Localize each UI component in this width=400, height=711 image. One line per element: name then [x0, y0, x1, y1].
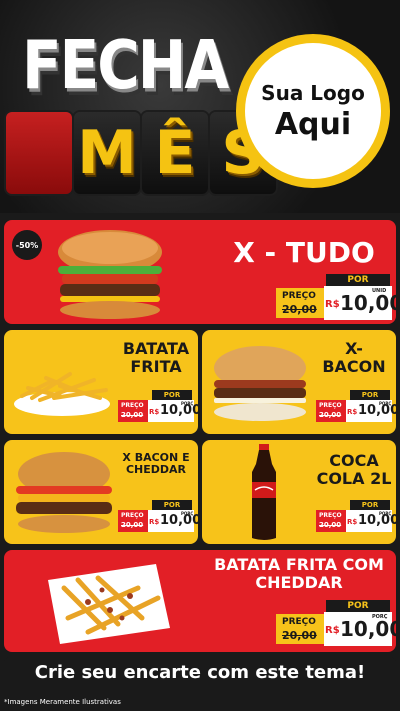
new-price-box: R$ 10,00 PORÇ — [346, 510, 396, 532]
headline-mes: M Ê S — [6, 112, 276, 194]
new-price-box: R$ 10,00 PORÇ — [148, 400, 198, 422]
unit-label: PORÇ — [372, 614, 388, 620]
new-price-box: R$ 10,00 PORÇ — [346, 400, 396, 422]
preco-label: PREÇO — [282, 291, 316, 301]
cta-banner[interactable]: Crie seu encarte com este tema! — [4, 657, 396, 689]
product-name: BATATA FRITA — [122, 339, 190, 376]
old-price-box: PREÇO 20,00 — [118, 510, 148, 532]
product-card-x-bacon[interactable]: X- BACON POR PREÇO 20,00 R$ 10,00 PORÇ — [202, 330, 396, 434]
product-name: X- BACON — [322, 339, 386, 376]
disclaimer-text: *Imagens Meramente Ilustrativas — [4, 698, 121, 706]
preco-label: PREÇO — [282, 617, 316, 627]
soda-bottle-image — [252, 444, 276, 540]
old-price-box: PREÇO 20,00 — [316, 510, 346, 532]
preco-label: PREÇO — [319, 402, 342, 409]
preco-label: PREÇO — [121, 402, 144, 409]
old-price-box: PREÇO 20,00 — [276, 288, 324, 318]
headline-letter-block: M — [74, 112, 140, 194]
header-banner: FECHA M Ê S Sua Logo Aqui — [0, 0, 400, 213]
fries-cheddar-image — [48, 564, 170, 644]
fries-image — [14, 372, 110, 416]
old-price-box: PREÇO 20,00 — [276, 614, 324, 644]
product-name: X - TUDO — [233, 236, 375, 269]
por-label: POR — [350, 500, 390, 510]
product-card-coca-cola[interactable]: COCA COLA 2L POR PREÇO 20,00 R$ 10,00 PO… — [202, 440, 396, 544]
por-label: POR — [152, 500, 192, 510]
preco-label: PREÇO — [319, 512, 342, 519]
product-card-x-tudo[interactable]: -50% X - TUDO POR PREÇO 20,00 R$ 10,00 U… — [4, 220, 396, 324]
old-price: 20,00 — [319, 521, 342, 529]
price-value: 10,00 — [340, 291, 396, 315]
logo-text-line2: Aqui — [274, 106, 352, 142]
burger-image — [16, 452, 112, 533]
logo-text-line1: Sua Logo — [261, 80, 365, 105]
old-price: 20,00 — [121, 521, 144, 529]
preco-label: PREÇO — [121, 512, 144, 519]
product-name: BATATA FRITA COM CHEDDAR — [214, 555, 384, 592]
headline-letter-block: Ê — [142, 112, 208, 194]
old-price: 20,00 — [121, 411, 144, 419]
headline-fecha: FECHA — [22, 26, 229, 105]
product-card-batata-cheddar[interactable]: BATATA FRITA COM CHEDDAR POR PREÇO 20,00… — [4, 550, 396, 652]
currency-symbol: R$ — [149, 518, 160, 526]
unit-label: PORÇ — [181, 401, 194, 406]
new-price-box: R$ 10,00 UNID — [324, 286, 396, 320]
new-price-box: R$ 10,00 PORÇ — [148, 510, 198, 532]
currency-symbol: R$ — [347, 408, 358, 416]
por-label: POR — [326, 600, 390, 612]
unit-label: PORÇ — [379, 401, 392, 406]
burger-image — [58, 230, 162, 319]
currency-symbol: R$ — [347, 518, 358, 526]
old-price: 20,00 — [282, 629, 317, 642]
headline-letter: Ê — [154, 118, 196, 188]
old-price-box: PREÇO 20,00 — [118, 400, 148, 422]
product-name: X BACON E CHEDDAR — [122, 451, 190, 477]
old-price: 20,00 — [319, 411, 342, 419]
product-name: COCA COLA 2L — [316, 451, 392, 488]
old-price: 20,00 — [282, 303, 317, 316]
logo-placeholder: Sua Logo Aqui — [236, 34, 390, 188]
discount-badge: -50% — [12, 230, 42, 260]
currency-symbol: R$ — [149, 408, 160, 416]
unit-label: UNID — [372, 288, 387, 294]
headline-letter: M — [77, 118, 137, 188]
por-label: POR — [350, 390, 390, 400]
new-price-box: R$ 10,00 PORÇ — [324, 612, 396, 646]
price-value: 10,00 — [340, 617, 396, 641]
unit-label: PORÇ — [181, 511, 194, 516]
product-card-x-bacon-cheddar[interactable]: X BACON E CHEDDAR POR PREÇO 20,00 R$ 10,… — [4, 440, 198, 544]
product-card-batata-frita[interactable]: BATATA FRITA POR PREÇO 20,00 R$ 10,00 PO… — [4, 330, 198, 434]
burger-image — [214, 346, 306, 421]
por-label: POR — [152, 390, 192, 400]
currency-symbol: R$ — [325, 299, 340, 310]
flyer-page: FECHA M Ê S Sua Logo Aqui -50% X - TUDO … — [0, 0, 400, 711]
headline-block-left — [6, 112, 72, 194]
unit-label: PORÇ — [379, 511, 392, 516]
old-price-box: PREÇO 20,00 — [316, 400, 346, 422]
por-label: POR — [326, 274, 390, 286]
currency-symbol: R$ — [325, 625, 340, 636]
